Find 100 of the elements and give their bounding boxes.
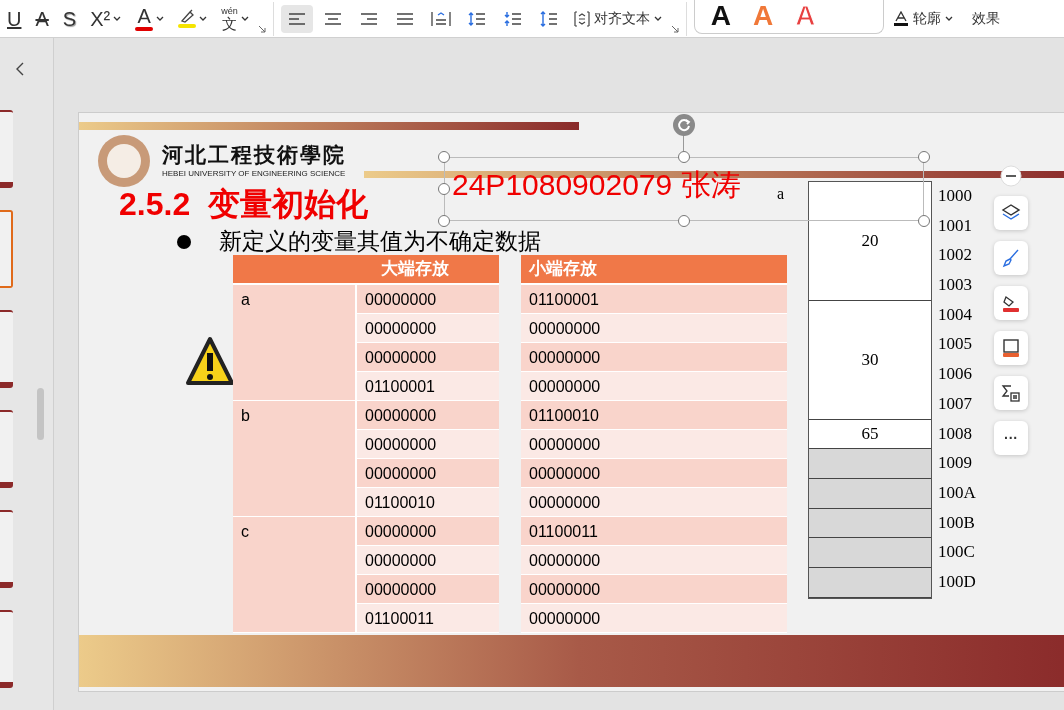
memory-address: 1008 (938, 422, 973, 445)
collapse-panel-icon[interactable] (16, 62, 24, 76)
table-cell: 01100001 (357, 372, 499, 401)
table-cell: 00000000 (357, 459, 499, 488)
table-cell: 01100010 (357, 488, 499, 517)
slide-thumbnail[interactable] (0, 210, 13, 288)
format-button[interactable]: U (2, 4, 27, 33)
effects-button[interactable]: 效果 (961, 4, 1005, 33)
align-center-icon (322, 10, 343, 27)
table-cell: 00000000 (357, 430, 499, 459)
dialog-launcher-icon[interactable] (257, 25, 266, 33)
align-right-icon (358, 10, 379, 27)
align-left-icon (286, 10, 307, 27)
memory-address: 1001 (938, 214, 973, 237)
sum-icon (1001, 383, 1021, 403)
more-button[interactable]: ··· (994, 421, 1028, 455)
memory-address: 1002 (938, 244, 973, 267)
distribute-icon (430, 10, 451, 27)
table-cell: 00000000 (521, 604, 787, 633)
format-button[interactable]: A (130, 4, 170, 33)
resize-handle[interactable] (678, 215, 690, 227)
format-button[interactable]: X² (85, 4, 127, 33)
table-cell: 00000000 (521, 314, 787, 343)
paragraph-spacing-icon (466, 10, 487, 27)
resize-handle[interactable] (678, 151, 690, 163)
memory-address: 1000 (938, 185, 973, 207)
slide-thumbnail[interactable] (0, 510, 13, 588)
caret-icon (653, 15, 662, 22)
table-cell: 00000000 (357, 546, 499, 575)
memory-cell: 65 (809, 419, 931, 450)
memory-address: 100A (938, 481, 976, 504)
bullet-icon (177, 235, 191, 249)
column-header: 大端存放 (380, 258, 450, 280)
align-text-icon (573, 10, 590, 27)
memory-address: 100C (938, 541, 976, 564)
memory-address: 1005 (938, 333, 973, 356)
memory-address: 100D (938, 570, 976, 593)
collapse-icon[interactable] (1000, 165, 1022, 187)
memory-address: 1007 (938, 392, 973, 415)
section-title: 2.5.2 变量初始化 (119, 185, 368, 224)
tool-button[interactable] (994, 286, 1028, 320)
slide-thumbnail[interactable] (0, 410, 13, 488)
paragraph-button[interactable] (280, 4, 313, 33)
align-text-button[interactable]: 对齐文本 (568, 4, 667, 33)
table-cell: 00000000 (357, 314, 499, 343)
table-cell: 00000000 (521, 430, 787, 459)
slide-thumbnail[interactable] (0, 610, 13, 688)
table-cell: 00000000 (357, 517, 499, 546)
brush-icon (1001, 248, 1021, 268)
scrollbar-thumb[interactable] (37, 388, 44, 440)
outline-button[interactable]: 轮廓 (887, 4, 958, 33)
border-icon (1001, 338, 1021, 358)
school-name-english: HEBEI UNIVERSITY OF ENGINEERING SCIENCE (162, 169, 346, 178)
table-cell: 00000000 (357, 285, 499, 314)
column-header: 小端存放 (528, 258, 598, 280)
table-cell: 00000000 (357, 401, 499, 430)
memory-address: 1003 (938, 274, 973, 297)
resize-handle[interactable] (438, 151, 450, 163)
text-style-option[interactable]: A (710, 1, 731, 31)
memory-address: 1004 (938, 303, 973, 326)
format-button[interactable]: S (57, 4, 82, 33)
table-cell: 01100010 (521, 401, 787, 430)
dialog-launcher-icon[interactable] (670, 25, 679, 33)
table-cell: 01100001 (521, 285, 787, 314)
tool-button[interactable] (994, 241, 1028, 275)
paint-bucket-icon (1001, 293, 1021, 313)
memory-address: 100B (938, 511, 976, 534)
text-style-option[interactable]: A (795, 1, 816, 31)
memory-cell: 30 (809, 300, 931, 420)
table-cell: 00000000 (357, 343, 499, 372)
table-cell: 00000000 (521, 575, 787, 604)
variable-label: a (777, 185, 785, 203)
memory-cell: 20 (809, 182, 931, 301)
bullet-text: 新定义的变量其值为不确定数据 (219, 228, 541, 254)
slide-thumbnail[interactable] (0, 110, 13, 188)
table-cell: 00000000 (521, 546, 787, 575)
layers-icon (1001, 203, 1021, 223)
format-button[interactable]: wén 文 (216, 4, 254, 33)
school-name: 河北工程技術學院 (162, 141, 346, 169)
slide-thumbnail[interactable] (0, 310, 13, 388)
table-cell: 00000000 (521, 343, 787, 372)
line-spacing-icon (538, 10, 559, 27)
resize-handle[interactable] (918, 151, 930, 163)
justify-icon (394, 10, 415, 27)
selected-text[interactable]: 24P1080902079 张涛 (452, 165, 741, 206)
format-button[interactable]: A (30, 4, 54, 33)
table-cell: 00000000 (521, 459, 787, 488)
table-cell: c (233, 517, 355, 633)
rotate-handle-icon[interactable] (672, 113, 696, 137)
table-cell: 00000000 (521, 488, 787, 517)
resize-handle[interactable] (438, 183, 450, 195)
resize-handle[interactable] (438, 215, 450, 227)
tool-button[interactable] (994, 196, 1028, 230)
tool-button[interactable] (994, 376, 1028, 410)
outline-icon (892, 10, 909, 27)
tool-button[interactable] (994, 331, 1028, 365)
memory-address: 1006 (938, 363, 973, 386)
table-cell: 00000000 (357, 575, 499, 604)
paragraph-spacing-icon (502, 10, 523, 27)
table-cell: b (233, 401, 355, 517)
